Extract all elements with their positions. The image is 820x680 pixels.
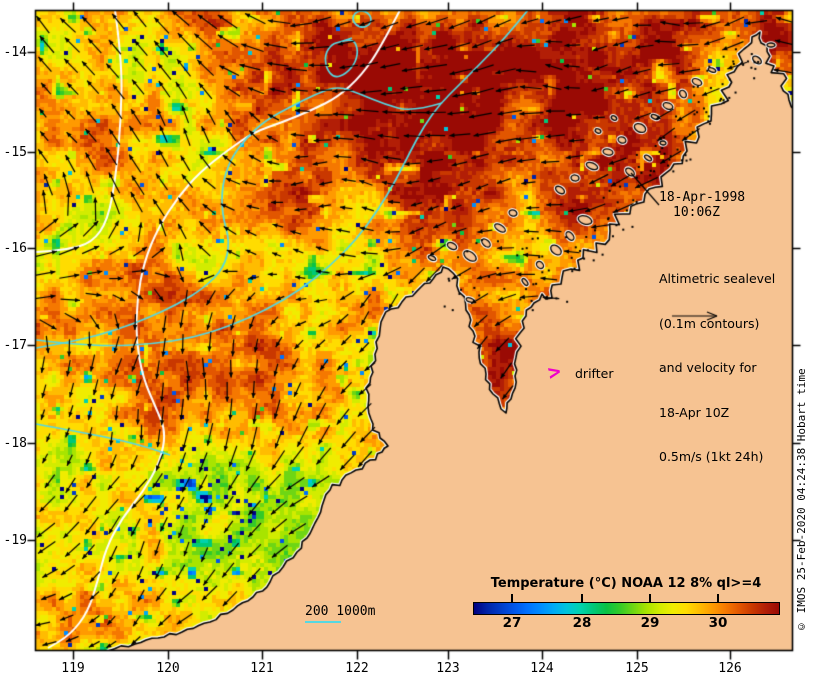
colorbar-tick-label: 30 (708, 615, 728, 631)
info-line: 18-Apr 10Z (659, 404, 730, 420)
lon-tick-label: 119 (61, 661, 85, 676)
lon-tick-label: 121 (250, 661, 274, 676)
altimetric-info-block: Altimetric sealevel (0.1m contours) and … (659, 241, 775, 494)
info-line: (0.1m contours) (659, 315, 760, 331)
colorbar-gradient (473, 602, 780, 615)
date-annotation-line2: 10:06Z (673, 205, 720, 220)
lon-tick-label: 124 (530, 661, 554, 676)
lat-tick-label: -16 (3, 241, 27, 256)
drifter-label: drifter (575, 366, 614, 381)
colorbar-tick (581, 594, 583, 602)
colorbar-tick-label: 29 (640, 615, 660, 631)
lon-tick-label: 126 (718, 661, 742, 676)
credit-vertical-text: © IMOS 25-Feb-2020 04:24:38 Hobart time (795, 368, 808, 633)
lat-tick-label: -14 (3, 45, 27, 60)
lat-tick-label: -19 (3, 533, 27, 548)
date-annotation-line1: 18-Apr-1998 (659, 190, 746, 205)
info-line: 0.5m/s (1kt 24h) (659, 449, 764, 465)
lon-tick-label: 123 (436, 661, 460, 676)
lat-tick-label: -17 (3, 338, 27, 353)
colorbar-tick-label: 28 (572, 615, 592, 631)
info-line: Altimetric sealevel (659, 271, 776, 286)
colorbar-tick (717, 594, 719, 602)
lon-tick-label: 125 (625, 661, 649, 676)
isobath-legend-line (305, 621, 341, 623)
lat-tick-label: -15 (3, 145, 27, 160)
info-line: and velocity for (659, 360, 757, 376)
lon-tick-label: 120 (156, 661, 180, 676)
isobath-legend-label: 200 1000m (305, 604, 376, 619)
lon-tick-label: 122 (345, 661, 369, 676)
lat-tick-label: -18 (3, 436, 27, 451)
colorbar-tick (649, 594, 651, 602)
colorbar-tick (511, 594, 513, 602)
colorbar-title: Temperature (°C) NOAA 12 8% ql>=4 (490, 576, 762, 591)
colorbar-tick-label: 27 (502, 615, 522, 631)
sst-map-page: -14 -15 -16 -17 -18 -19 119 120 121 122 123 124 125 1… (0, 0, 820, 680)
